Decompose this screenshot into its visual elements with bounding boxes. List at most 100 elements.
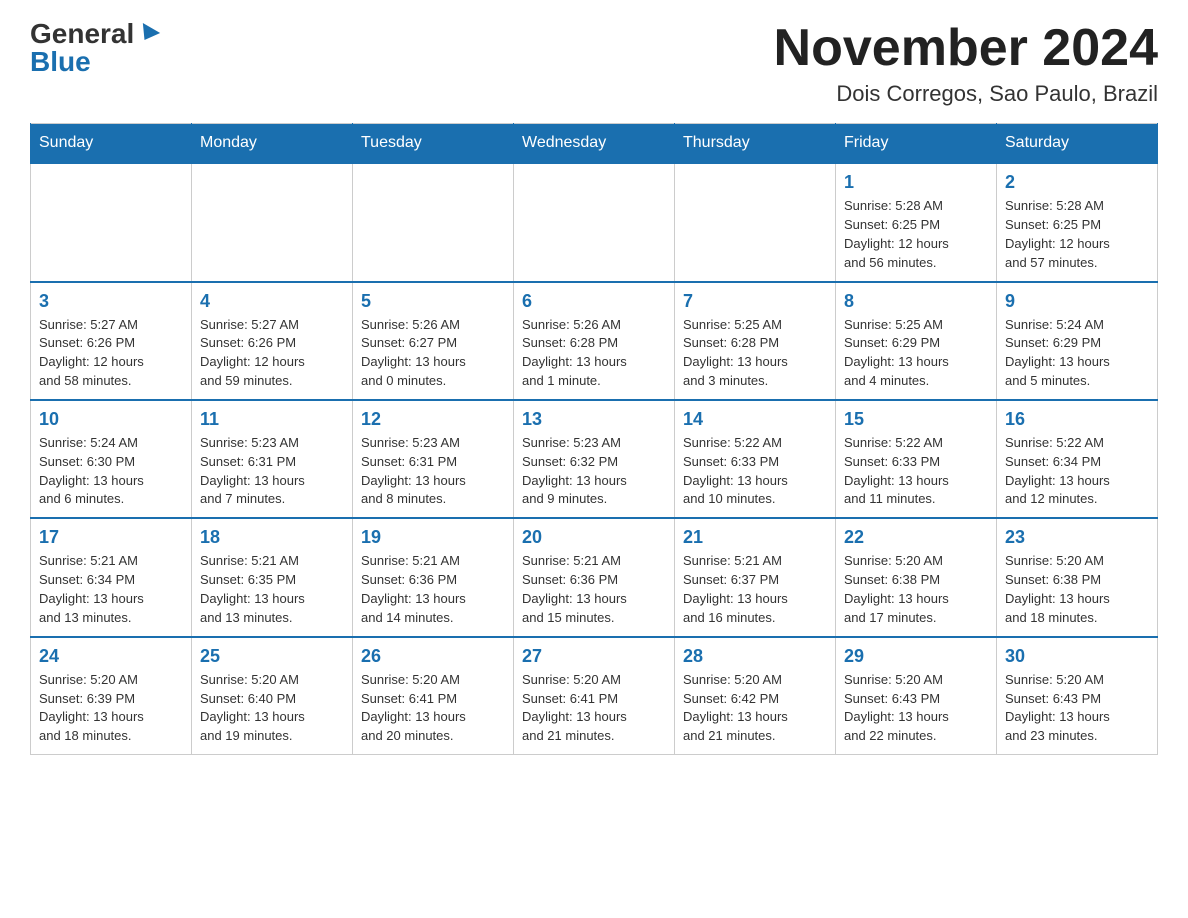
day-info: Sunrise: 5:26 AM Sunset: 6:28 PM Dayligh… bbox=[522, 316, 666, 391]
weekday-header-row: SundayMondayTuesdayWednesdayThursdayFrid… bbox=[31, 124, 1158, 164]
day-info: Sunrise: 5:25 AM Sunset: 6:28 PM Dayligh… bbox=[683, 316, 827, 391]
day-number: 22 bbox=[844, 527, 988, 548]
day-info: Sunrise: 5:27 AM Sunset: 6:26 PM Dayligh… bbox=[200, 316, 344, 391]
calendar-cell: 28Sunrise: 5:20 AM Sunset: 6:42 PM Dayli… bbox=[675, 637, 836, 755]
day-info: Sunrise: 5:22 AM Sunset: 6:33 PM Dayligh… bbox=[683, 434, 827, 509]
day-info: Sunrise: 5:21 AM Sunset: 6:34 PM Dayligh… bbox=[39, 552, 183, 627]
calendar-week-5: 24Sunrise: 5:20 AM Sunset: 6:39 PM Dayli… bbox=[31, 637, 1158, 755]
day-number: 2 bbox=[1005, 172, 1149, 193]
day-number: 13 bbox=[522, 409, 666, 430]
calendar-week-2: 3 Sunrise: 5:27 AM Sunset: 6:26 PM Daylig… bbox=[31, 282, 1158, 400]
calendar-cell: 11Sunrise: 5:23 AM Sunset: 6:31 PM Dayli… bbox=[192, 400, 353, 518]
day-info: Sunrise: 5:20 AM Sunset: 6:40 PM Dayligh… bbox=[200, 671, 344, 746]
calendar-cell bbox=[675, 163, 836, 281]
day-number: 3 bbox=[39, 291, 183, 312]
day-number: 20 bbox=[522, 527, 666, 548]
day-number: 9 bbox=[1005, 291, 1149, 312]
calendar-cell: 21 Sunrise: 5:21 AM Sunset: 6:37 PM Dayli… bbox=[675, 518, 836, 636]
calendar-cell bbox=[31, 163, 192, 281]
day-info: Sunrise: 5:28 AM Sunset: 6:25 PM Dayligh… bbox=[844, 197, 988, 272]
day-info: Sunrise: 5:20 AM Sunset: 6:43 PM Dayligh… bbox=[1005, 671, 1149, 746]
calendar-week-3: 10 Sunrise: 5:24 AM Sunset: 6:30 PM Dayli… bbox=[31, 400, 1158, 518]
calendar-cell: 2Sunrise: 5:28 AM Sunset: 6:25 PM Daylig… bbox=[997, 163, 1158, 281]
calendar-cell: 3 Sunrise: 5:27 AM Sunset: 6:26 PM Daylig… bbox=[31, 282, 192, 400]
calendar-cell: 6 Sunrise: 5:26 AM Sunset: 6:28 PM Daylig… bbox=[514, 282, 675, 400]
calendar-cell: 23 Sunrise: 5:20 AM Sunset: 6:38 PM Dayli… bbox=[997, 518, 1158, 636]
day-number: 1 bbox=[844, 172, 988, 193]
calendar-cell: 17 Sunrise: 5:21 AM Sunset: 6:34 PM Dayli… bbox=[31, 518, 192, 636]
logo: General Blue bbox=[30, 20, 158, 76]
day-info: Sunrise: 5:22 AM Sunset: 6:34 PM Dayligh… bbox=[1005, 434, 1149, 509]
calendar-cell: 20 Sunrise: 5:21 AM Sunset: 6:36 PM Dayli… bbox=[514, 518, 675, 636]
day-number: 8 bbox=[844, 291, 988, 312]
month-year-title: November 2024 bbox=[774, 20, 1158, 77]
day-number: 14 bbox=[683, 409, 827, 430]
page-header: General Blue November 2024 Dois Corregos… bbox=[30, 20, 1158, 107]
calendar-cell bbox=[514, 163, 675, 281]
location-subtitle: Dois Corregos, Sao Paulo, Brazil bbox=[774, 81, 1158, 107]
day-info: Sunrise: 5:21 AM Sunset: 6:37 PM Dayligh… bbox=[683, 552, 827, 627]
calendar-cell bbox=[192, 163, 353, 281]
day-info: Sunrise: 5:20 AM Sunset: 6:38 PM Dayligh… bbox=[1005, 552, 1149, 627]
calendar-cell: 26 Sunrise: 5:20 AM Sunset: 6:41 PM Dayli… bbox=[353, 637, 514, 755]
day-number: 25 bbox=[200, 646, 344, 667]
weekday-header-tuesday: Tuesday bbox=[353, 124, 514, 164]
calendar-cell: 30 Sunrise: 5:20 AM Sunset: 6:43 PM Dayli… bbox=[997, 637, 1158, 755]
day-number: 18 bbox=[200, 527, 344, 548]
calendar-cell: 4Sunrise: 5:27 AM Sunset: 6:26 PM Daylig… bbox=[192, 282, 353, 400]
day-info: Sunrise: 5:20 AM Sunset: 6:43 PM Dayligh… bbox=[844, 671, 988, 746]
calendar-cell: 18 Sunrise: 5:21 AM Sunset: 6:35 PM Dayli… bbox=[192, 518, 353, 636]
weekday-header-sunday: Sunday bbox=[31, 124, 192, 164]
day-info: Sunrise: 5:22 AM Sunset: 6:33 PM Dayligh… bbox=[844, 434, 988, 509]
day-info: Sunrise: 5:24 AM Sunset: 6:29 PM Dayligh… bbox=[1005, 316, 1149, 391]
title-section: November 2024 Dois Corregos, Sao Paulo, … bbox=[774, 20, 1158, 107]
calendar-cell: 22 Sunrise: 5:20 AM Sunset: 6:38 PM Dayli… bbox=[836, 518, 997, 636]
day-number: 7 bbox=[683, 291, 827, 312]
day-number: 10 bbox=[39, 409, 183, 430]
day-number: 11 bbox=[200, 409, 344, 430]
weekday-header-saturday: Saturday bbox=[997, 124, 1158, 164]
calendar-cell: 27Sunrise: 5:20 AM Sunset: 6:41 PM Dayli… bbox=[514, 637, 675, 755]
calendar-cell: 12Sunrise: 5:23 AM Sunset: 6:31 PM Dayli… bbox=[353, 400, 514, 518]
day-info: Sunrise: 5:20 AM Sunset: 6:38 PM Dayligh… bbox=[844, 552, 988, 627]
calendar-cell: 9 Sunrise: 5:24 AM Sunset: 6:29 PM Daylig… bbox=[997, 282, 1158, 400]
day-info: Sunrise: 5:20 AM Sunset: 6:39 PM Dayligh… bbox=[39, 671, 183, 746]
calendar-cell: 19 Sunrise: 5:21 AM Sunset: 6:36 PM Dayli… bbox=[353, 518, 514, 636]
day-info: Sunrise: 5:27 AM Sunset: 6:26 PM Dayligh… bbox=[39, 316, 183, 391]
day-number: 29 bbox=[844, 646, 988, 667]
calendar-cell: 8 Sunrise: 5:25 AM Sunset: 6:29 PM Daylig… bbox=[836, 282, 997, 400]
day-number: 26 bbox=[361, 646, 505, 667]
day-info: Sunrise: 5:21 AM Sunset: 6:36 PM Dayligh… bbox=[522, 552, 666, 627]
day-number: 19 bbox=[361, 527, 505, 548]
day-number: 6 bbox=[522, 291, 666, 312]
day-number: 15 bbox=[844, 409, 988, 430]
calendar-cell: 7 Sunrise: 5:25 AM Sunset: 6:28 PM Daylig… bbox=[675, 282, 836, 400]
calendar-cell: 15 Sunrise: 5:22 AM Sunset: 6:33 PM Dayli… bbox=[836, 400, 997, 518]
day-number: 21 bbox=[683, 527, 827, 548]
day-number: 17 bbox=[39, 527, 183, 548]
day-info: Sunrise: 5:21 AM Sunset: 6:35 PM Dayligh… bbox=[200, 552, 344, 627]
logo-blue-text: Blue bbox=[30, 48, 91, 76]
calendar-cell bbox=[353, 163, 514, 281]
day-number: 12 bbox=[361, 409, 505, 430]
weekday-header-thursday: Thursday bbox=[675, 124, 836, 164]
calendar-cell: 5Sunrise: 5:26 AM Sunset: 6:27 PM Daylig… bbox=[353, 282, 514, 400]
day-info: Sunrise: 5:21 AM Sunset: 6:36 PM Dayligh… bbox=[361, 552, 505, 627]
day-number: 16 bbox=[1005, 409, 1149, 430]
day-number: 5 bbox=[361, 291, 505, 312]
day-info: Sunrise: 5:20 AM Sunset: 6:41 PM Dayligh… bbox=[361, 671, 505, 746]
calendar-cell: 14 Sunrise: 5:22 AM Sunset: 6:33 PM Dayli… bbox=[675, 400, 836, 518]
calendar-cell: 24Sunrise: 5:20 AM Sunset: 6:39 PM Dayli… bbox=[31, 637, 192, 755]
calendar-cell: 10 Sunrise: 5:24 AM Sunset: 6:30 PM Dayli… bbox=[31, 400, 192, 518]
calendar-table: SundayMondayTuesdayWednesdayThursdayFrid… bbox=[30, 123, 1158, 755]
calendar-cell: 16 Sunrise: 5:22 AM Sunset: 6:34 PM Dayli… bbox=[997, 400, 1158, 518]
day-number: 23 bbox=[1005, 527, 1149, 548]
day-number: 30 bbox=[1005, 646, 1149, 667]
logo-general-text: General bbox=[30, 20, 134, 48]
calendar-cell: 25 Sunrise: 5:20 AM Sunset: 6:40 PM Dayli… bbox=[192, 637, 353, 755]
day-info: Sunrise: 5:24 AM Sunset: 6:30 PM Dayligh… bbox=[39, 434, 183, 509]
day-info: Sunrise: 5:20 AM Sunset: 6:41 PM Dayligh… bbox=[522, 671, 666, 746]
day-info: Sunrise: 5:25 AM Sunset: 6:29 PM Dayligh… bbox=[844, 316, 988, 391]
calendar-cell: 29 Sunrise: 5:20 AM Sunset: 6:43 PM Dayli… bbox=[836, 637, 997, 755]
logo-triangle-icon bbox=[136, 23, 160, 45]
